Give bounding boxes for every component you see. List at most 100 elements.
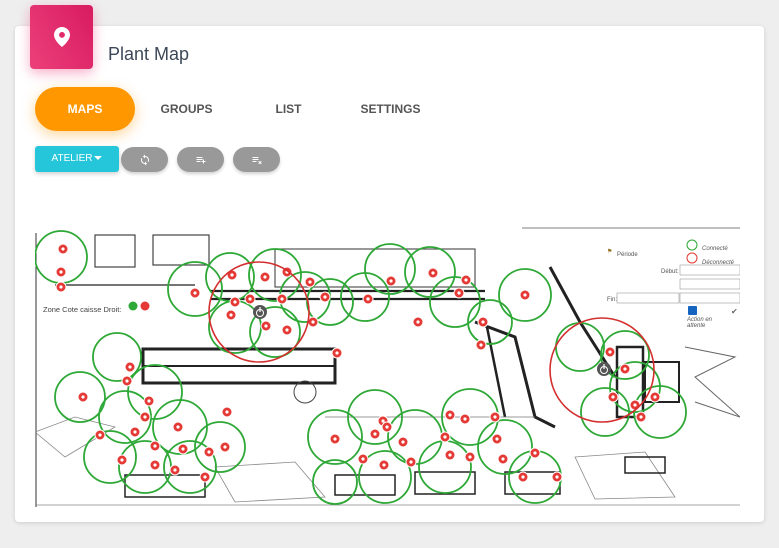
pending-action-icon	[688, 306, 697, 315]
sensor-marker-dot	[59, 270, 63, 274]
sensor-marker-dot	[264, 324, 268, 328]
plant-floor-map[interactable]: Zone Cote caisse Droit: ⚑ Période Connec…	[35, 227, 740, 507]
sensor-marker-dot	[173, 468, 177, 472]
sensor-range-ring	[92, 332, 142, 382]
sensor-marker-dot	[311, 320, 315, 324]
sensor-marker-dot	[373, 432, 377, 436]
playlist-add-icon	[196, 156, 205, 163]
refresh-button[interactable]	[121, 147, 168, 172]
sensor-marker-dot	[207, 450, 211, 454]
sensor-marker-dot	[147, 399, 151, 403]
legend-periode: Période	[617, 252, 638, 258]
sensor-marker-dot	[153, 463, 157, 467]
power-icon[interactable]	[597, 362, 611, 376]
sensor-marker-dot	[555, 475, 559, 479]
start-time-field[interactable]	[679, 278, 740, 290]
sensor-marker-dot	[468, 455, 472, 459]
sensor-marker-dot	[385, 425, 389, 429]
sensor-marker-dot	[493, 415, 497, 419]
sensor-marker-dot	[128, 365, 132, 369]
tab-groups[interactable]: GROUPS	[138, 87, 235, 131]
location-pin-icon	[53, 27, 70, 47]
sensor-marker-dot	[366, 297, 370, 301]
legend-debut: Début:	[661, 269, 679, 275]
tab-maps[interactable]: MAPS	[35, 87, 135, 131]
floor-plan-drawing: Zone Cote caisse Droit: ⚑ Période Connec…	[35, 227, 740, 507]
sensor-marker-dot	[361, 457, 365, 461]
clear-list-button[interactable]	[233, 147, 280, 172]
period-icon: ⚑	[607, 248, 612, 255]
sensor-marker-dot	[533, 451, 537, 455]
sensor-marker-dot	[611, 395, 615, 399]
sensor-marker-dot	[223, 445, 227, 449]
sensor-marker-dot	[193, 291, 197, 295]
sensor-marker-dot	[633, 403, 637, 407]
sensor-marker-dot	[501, 457, 505, 461]
sensor-marker-dot	[448, 453, 452, 457]
sensor-marker-dot	[409, 460, 413, 464]
map-legend: ⚑ Période Connecté Déconnecté Début: Fin…	[607, 239, 740, 329]
sensor-marker-dot	[335, 351, 339, 355]
tab-list[interactable]: LIST	[240, 87, 337, 131]
sensor-range-ring	[418, 440, 472, 494]
sensor-marker-dot	[463, 417, 467, 421]
sensor-marker-dot	[229, 313, 233, 317]
sensor-marker-dot	[133, 430, 137, 434]
sensor-marker-dot	[608, 350, 612, 354]
end-date-field[interactable]	[616, 292, 680, 304]
legend-action-line2: attente	[687, 323, 706, 329]
atelier-dropdown[interactable]: ATELIER	[35, 146, 119, 172]
sensor-marker-dot	[479, 343, 483, 347]
zone-disconnected-indicator	[140, 301, 150, 311]
sensor-markers[interactable]	[35, 230, 687, 505]
sensor-marker-dot	[333, 437, 337, 441]
zone-connected-indicator	[128, 301, 138, 311]
sensor-marker-dot	[125, 379, 129, 383]
sensor-range-ring	[477, 419, 533, 475]
caret-down-icon	[94, 156, 103, 161]
sensor-marker-dot	[416, 320, 420, 324]
sensor-marker-dot	[389, 279, 393, 283]
disconnected-legend-icon	[686, 252, 698, 264]
sensor-marker-dot	[443, 435, 447, 439]
sensor-range-ring	[387, 409, 443, 465]
zone-label: Zone Cote caisse Droit:	[43, 305, 121, 314]
sensor-marker-dot	[280, 297, 284, 301]
sensor-marker-dot	[401, 440, 405, 444]
sensor-marker-dot	[495, 437, 499, 441]
sensor-range-ring	[580, 387, 630, 437]
power-icon[interactable]	[253, 305, 267, 319]
check-icon[interactable]: ✔	[731, 307, 738, 316]
sensor-marker-dot	[203, 475, 207, 479]
sensor-marker-dot	[120, 458, 124, 462]
sensor-marker-dot	[181, 447, 185, 451]
sensor-marker-dot	[431, 271, 435, 275]
start-date-field[interactable]	[679, 264, 740, 276]
sensor-marker-dot	[381, 419, 385, 423]
sensor-marker-dot	[448, 413, 452, 417]
sensor-marker-dot	[61, 247, 65, 251]
sensor-marker-dot	[230, 273, 234, 277]
end-time-field[interactable]	[679, 292, 740, 304]
sensor-marker-dot	[523, 293, 527, 297]
connected-legend-icon	[686, 239, 698, 251]
sensor-marker-dot	[623, 367, 627, 371]
sensor-marker-dot	[59, 285, 63, 289]
sensor-marker-dot	[225, 410, 229, 414]
sensor-marker-dot	[143, 415, 147, 419]
tab-settings[interactable]: SETTINGS	[342, 87, 439, 131]
sensor-marker-dot	[521, 475, 525, 479]
sensor-marker-dot	[285, 328, 289, 332]
sensor-marker-dot	[323, 295, 327, 299]
sensor-marker-dot	[481, 320, 485, 324]
sensor-marker-dot	[248, 297, 252, 301]
sensor-marker-dot	[98, 433, 102, 437]
sensor-marker-dot	[153, 444, 157, 448]
sensor-marker-dot	[457, 291, 461, 295]
sensor-marker-dot	[176, 425, 180, 429]
sensor-range-ring	[429, 276, 481, 328]
add-to-list-button[interactable]	[177, 147, 224, 172]
sensor-range-ring	[127, 364, 183, 420]
sensor-marker-dot	[308, 280, 312, 284]
legend-connected: Connecté	[702, 246, 728, 252]
